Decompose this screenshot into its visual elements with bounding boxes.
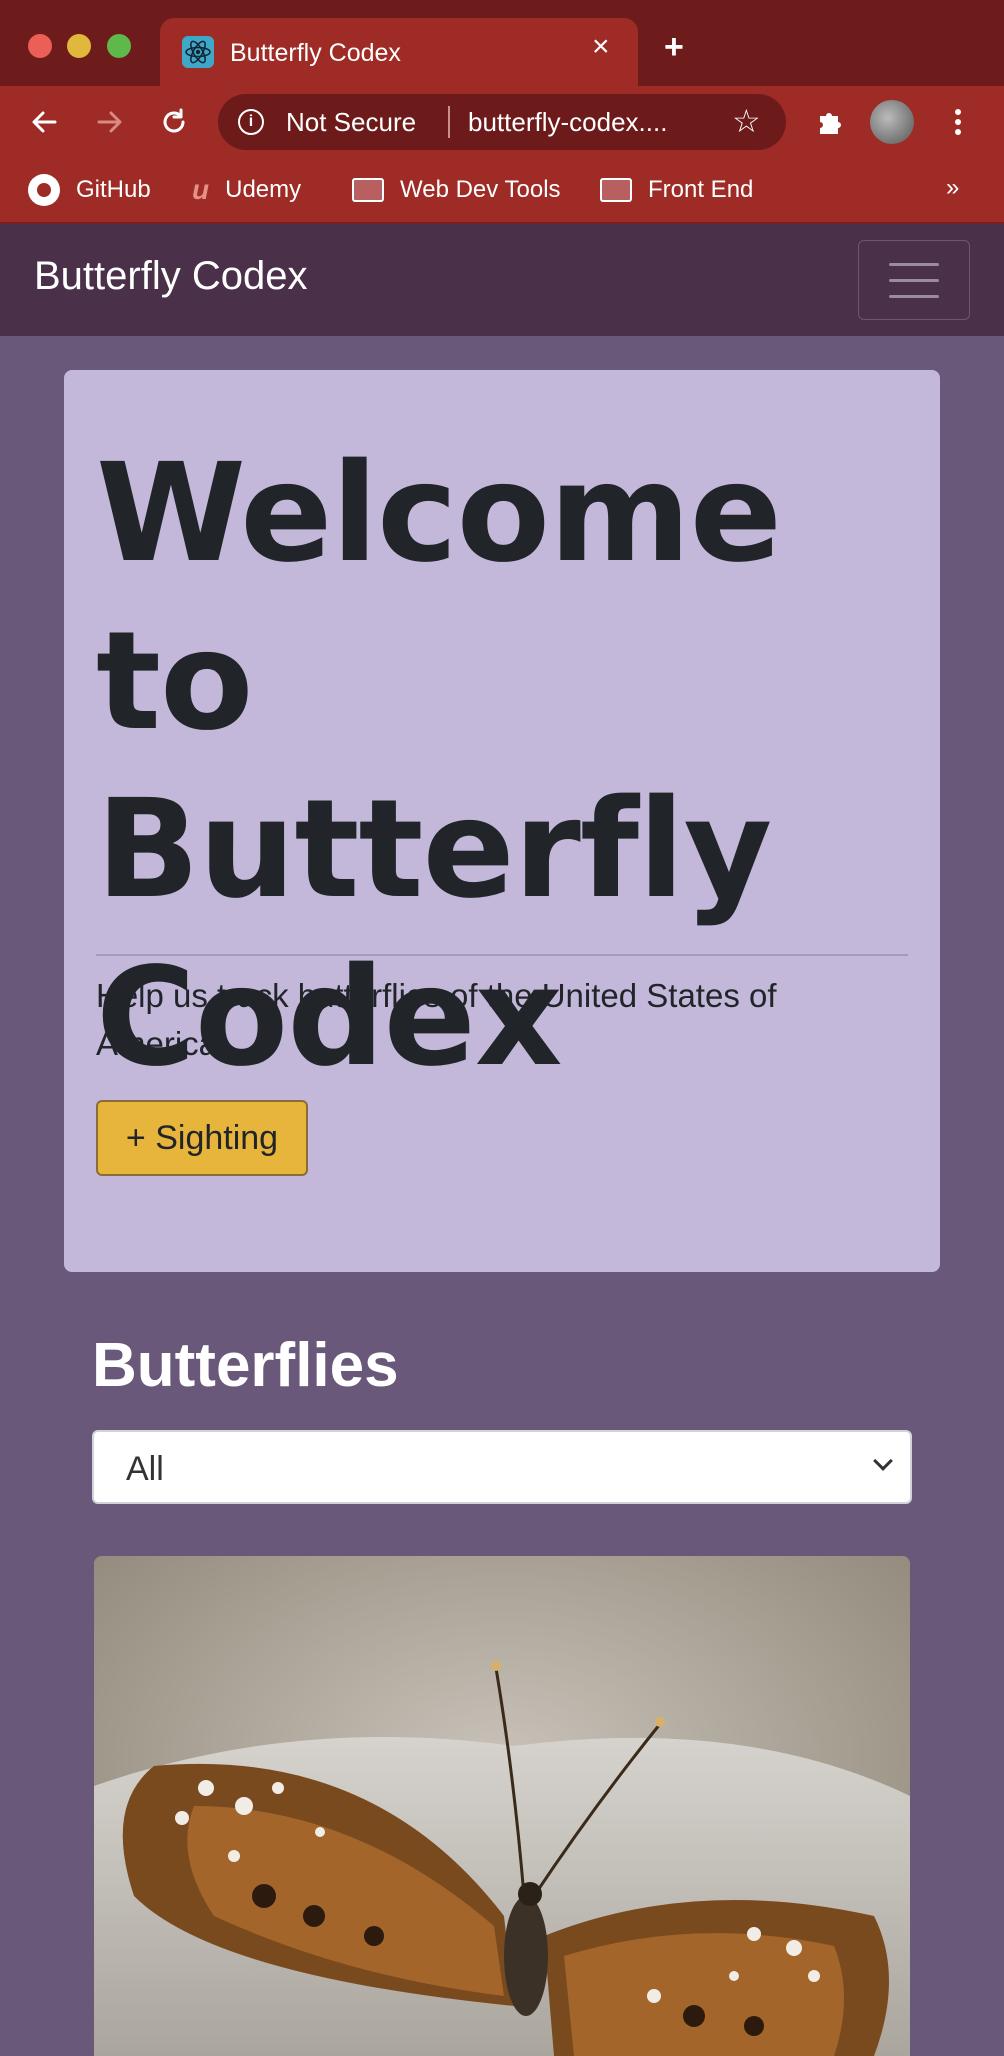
bookmark-web-dev-tools[interactable]: Web Dev Tools: [352, 170, 561, 210]
bookmark-label: Udemy: [225, 176, 302, 203]
security-label: Not Secure: [286, 107, 417, 137]
bookmark-label: Web Dev Tools: [400, 176, 561, 203]
jumbotron: Welcome to Butterfly Codex Help us track…: [64, 370, 940, 1272]
chevron-down-icon: [873, 1451, 893, 1471]
jumbotron-lead: Help us track butterflies of the United …: [96, 977, 777, 1062]
bookmark-label: GitHub: [76, 176, 151, 203]
bookmark-udemy[interactable]: u Udemy: [192, 170, 301, 210]
bookmark-label: Front End: [648, 176, 754, 203]
browser-tab[interactable]: Butterfly Codex ×: [160, 18, 638, 86]
navbar-brand[interactable]: Butterfly Codex: [34, 254, 307, 299]
new-tab-button[interactable]: +: [664, 30, 684, 64]
extensions-puzzle-icon[interactable]: [812, 104, 848, 140]
folder-icon: [600, 178, 632, 202]
profile-avatar[interactable]: [870, 100, 914, 144]
forward-arrow-icon[interactable]: [92, 104, 128, 140]
app-navbar: Butterfly Codex: [0, 224, 1004, 336]
url-text[interactable]: butterfly-codex....: [468, 107, 667, 138]
tab-title: Butterfly Codex: [230, 39, 401, 67]
butterfly-photo: [94, 1556, 910, 2056]
bookmark-front-end[interactable]: Front End: [600, 170, 753, 210]
reload-icon[interactable]: [156, 104, 192, 140]
navbar-toggler-button[interactable]: [858, 240, 970, 320]
butterfly-card[interactable]: [94, 1556, 910, 2056]
address-bar[interactable]: i Not Secure butterfly-codex.... ☆: [218, 94, 786, 150]
bookmark-star-icon[interactable]: ☆: [732, 102, 761, 140]
browser-toolbar: i Not Secure butterfly-codex.... ☆: [0, 86, 1004, 158]
minimize-window-button[interactable]: [67, 34, 91, 58]
back-arrow-icon[interactable]: [26, 104, 62, 140]
github-icon: [28, 174, 60, 206]
address-separator: [448, 106, 450, 138]
react-favicon-icon: [182, 36, 214, 68]
tab-close-icon[interactable]: ×: [592, 32, 610, 62]
close-window-button[interactable]: [28, 34, 52, 58]
add-sighting-button[interactable]: + Sighting: [96, 1100, 308, 1176]
folder-icon: [352, 178, 384, 202]
hamburger-icon: [889, 263, 939, 266]
bookmark-github[interactable]: GitHub: [28, 170, 151, 210]
butterfly-filter-select[interactable]: All: [92, 1430, 912, 1504]
butterflies-heading: Butterflies: [92, 1331, 399, 1400]
browser-tab-strip: Butterfly Codex × +: [0, 0, 1004, 86]
more-menu-icon[interactable]: [940, 104, 976, 140]
bookmarks-bar: GitHub u Udemy Web Dev Tools Front End »: [0, 158, 1004, 224]
bookmarks-overflow-icon[interactable]: »: [946, 174, 959, 202]
info-icon[interactable]: i: [238, 109, 264, 135]
maximize-window-button[interactable]: [107, 34, 131, 58]
filter-selected-value: All: [126, 1450, 164, 1488]
udemy-icon: u: [192, 174, 210, 205]
jumbotron-divider: [96, 954, 908, 956]
